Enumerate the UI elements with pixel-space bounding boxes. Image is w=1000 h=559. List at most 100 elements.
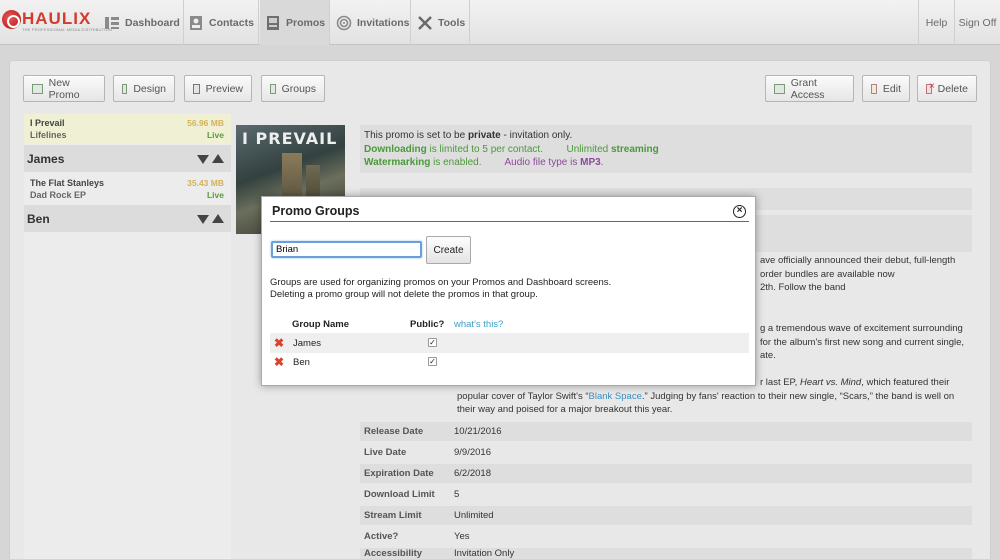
edit-button[interactable]: Edit [862,75,910,102]
grant-access-button[interactable]: Grant Access [765,75,854,102]
desc-line: g a tremendous wave of excitement surrou… [760,323,963,334]
move-down-icon[interactable] [197,155,209,164]
desc-line: their way and poised for a major breakou… [457,404,673,415]
grant-access-icon [774,83,785,94]
desc-line: ave officially announced their debut, fu… [760,255,956,266]
desc-text: , which featured their [861,377,950,388]
edit-icon [871,83,877,94]
promo-groups-dialog: Promo Groups × Create Groups are used fo… [261,196,756,386]
group-name: James [27,151,65,166]
nav-dashboard-label: Dashboard [125,16,180,29]
promo-status: Live [206,130,224,140]
help-line: Groups are used for organizing promos on… [270,277,612,288]
desc-line: order bundles are available now [760,268,895,280]
create-group-button[interactable]: Create [426,236,471,264]
remove-group-icon[interactable]: ✖ [274,336,284,350]
detail-row-stream-limit: Stream Limit Unlimited [360,506,972,525]
detail-row-active: Active? Yes [360,527,972,546]
detail-row-accessibility: Accessibility Invitation Only [360,548,972,559]
promo-name: The Flat Stanleys [30,178,105,188]
group-row-name: James [293,337,321,349]
detail-key: Live Date [364,447,407,458]
nav-help-label: Help [925,16,948,29]
preview-icon [193,83,200,94]
design-button[interactable]: Design [113,75,175,102]
public-checkbox[interactable]: ✓ [428,338,437,347]
delete-button[interactable]: Delete [917,75,977,102]
detail-row-release-date: Release Date 10/21/2016 [360,422,972,441]
desc-line: for the album's first new song and curre… [760,336,965,348]
promo-subtitle: Lifelines [30,130,67,140]
public-checkbox[interactable]: ✓ [428,357,437,366]
nav-sign-off[interactable]: Sign Off [954,0,1000,45]
move-down-icon[interactable] [197,215,209,224]
logo-text: HAULIX [22,9,92,28]
design-icon [122,83,128,94]
promos-icon [265,15,281,31]
nav-dashboard[interactable]: Dashboard [104,0,184,45]
nav-contacts[interactable]: Contacts [184,0,259,45]
preview-button[interactable]: Preview [184,75,252,102]
nav-tools-label: Tools [438,16,466,29]
dialog-divider [270,221,749,222]
groups-button[interactable]: Groups [261,75,325,102]
group-header-ben[interactable]: Ben [24,205,231,232]
nav-promos-label: Promos [286,16,326,29]
tools-icon [417,15,433,31]
desc-line: ate. [760,350,776,361]
desc-text: .” Judging by fans' reaction to their ne… [641,390,955,402]
move-up-icon[interactable] [212,214,224,223]
new-promo-button[interactable]: New Promo [23,75,105,102]
groups-help-text: Groups are used for organizing promos on… [270,277,611,301]
promo-list: I Prevail Lifelines 56.96 MB Live James … [24,114,231,559]
dialog-title: Promo Groups [272,204,360,218]
detail-value: Yes [454,531,470,542]
detail-value: Invitation Only [454,548,515,559]
promo-item-i-prevail[interactable]: I Prevail Lifelines 56.96 MB Live [24,114,231,144]
nav-tools[interactable]: Tools [412,0,470,45]
contacts-icon [188,15,204,31]
detail-row-live-date: Live Date 9/9/2016 [360,443,972,462]
design-label: Design [133,82,166,95]
dashboard-icon [104,15,120,31]
info-audio-type: MP3 [580,157,601,168]
info-watermarking: Watermarking [364,157,431,168]
blank-space-link[interactable]: Blank Space [589,391,642,402]
nav-invitations[interactable]: Invitations [331,0,411,45]
detail-value: Unlimited [454,510,494,521]
detail-key: Expiration Date [364,468,434,479]
promo-subtitle: Dad Rock EP [30,190,87,200]
group-row-name: Ben [293,356,310,368]
group-name-input[interactable] [271,241,422,258]
desc-text: r last EP, [760,377,800,388]
group-header-james[interactable]: James [24,145,231,172]
detail-row-expiration-date: Expiration Date 6/2/2018 [360,464,972,483]
promo-size: 56.96 MB [187,118,224,128]
detail-key: Download Limit [364,489,435,500]
detail-row-download-limit: Download Limit 5 [360,485,972,504]
delete-icon [926,81,934,94]
promo-item-flat-stanleys[interactable]: The Flat Stanleys Dad Rock EP 35.43 MB L… [24,173,231,203]
info-downloading-text: is limited to 5 per contact. [426,143,543,155]
nav-promos[interactable]: Promos [260,0,330,45]
column-public: Public? [410,319,445,330]
info-audio: Audio file type is [504,157,581,168]
column-group-name: Group Name [292,319,350,330]
move-up-icon[interactable] [212,154,224,163]
info-private: private [467,130,501,141]
edit-label: Edit [882,82,901,95]
desc-text: popular cover of Taylor Swift's “ [457,390,589,402]
groups-label: Groups [281,82,316,95]
promo-status: Live [206,190,224,200]
detail-key: Release Date [364,426,424,437]
nav-help[interactable]: Help [918,0,954,45]
info-text: This promo is set to be [364,130,468,141]
whats-this-link[interactable]: what's this? [454,319,503,330]
detail-value: 10/21/2016 [454,426,502,437]
description-para-1: ave officially announced their debut, fu… [760,254,955,295]
haulix-logo[interactable]: HAULIX THE PROFESSIONAL MEDIA DISTRIBUTI… [0,6,112,36]
close-icon[interactable]: × [733,205,746,218]
remove-group-icon[interactable]: ✖ [274,355,284,369]
new-promo-label: New Promo [48,76,80,101]
delete-label: Delete [937,82,968,95]
